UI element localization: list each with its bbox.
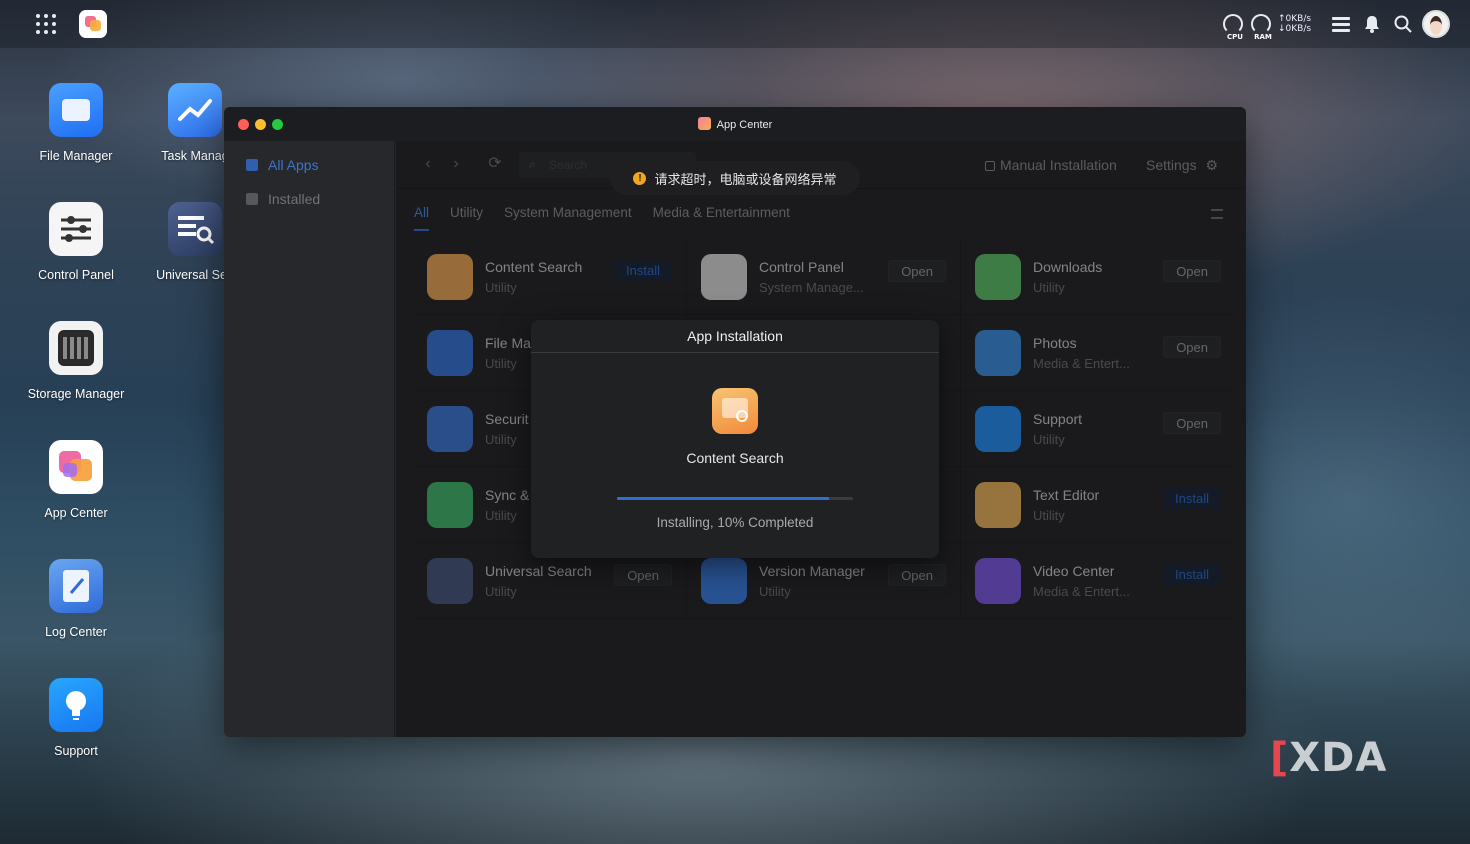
chart-icon: [168, 83, 222, 137]
desktop-control-panel[interactable]: Control Panel: [21, 202, 131, 282]
folder-icon: [49, 83, 103, 137]
app-installation-dialog: App Installation Content Search Installi…: [531, 320, 939, 558]
storage-icon: [49, 321, 103, 375]
desktop-icon-label: Log Center: [45, 625, 107, 639]
sidebar: All Apps Installed: [224, 141, 395, 737]
sidebar-item-label: Installed: [268, 191, 321, 207]
log-icon: [49, 559, 103, 613]
network-speed[interactable]: ↑0KB/s ↓0KB/s: [1278, 10, 1311, 38]
desktop-support[interactable]: Support: [21, 678, 131, 758]
desktop-app-center[interactable]: App Center: [21, 440, 131, 520]
desktop-icon-label: Control Panel: [38, 268, 114, 282]
search-list-icon: [168, 202, 222, 256]
top-bar: CPU RAM ↑0KB/s ↓0KB/s: [0, 0, 1470, 48]
download-speed: ↓0KB/s: [1278, 24, 1312, 34]
sidebar-item-label: All Apps: [268, 157, 319, 173]
app-center-icon: [49, 440, 103, 494]
user-avatar[interactable]: [1422, 10, 1450, 38]
content-search-app-icon: [712, 388, 758, 434]
task-list-icon[interactable]: [1331, 10, 1351, 38]
grid-icon: [246, 159, 258, 171]
install-status: Installing, 10% Completed: [656, 515, 814, 530]
desktop-storage-manager[interactable]: Storage Manager: [21, 321, 131, 401]
desktop-icon-label: Support: [54, 744, 98, 758]
app-center-taskbar-icon[interactable]: [79, 10, 107, 38]
desktop-log-center[interactable]: Log Center: [21, 559, 131, 639]
xda-watermark-logo: [XDA: [1270, 735, 1388, 781]
search-icon[interactable]: [1393, 10, 1413, 38]
notification-bell-icon[interactable]: [1362, 10, 1382, 38]
cpu-gauge-icon: CPU: [1223, 14, 1243, 41]
cpu-gauge[interactable]: CPU: [1223, 10, 1243, 41]
window-title-text: App Center: [716, 119, 773, 131]
sidebar-item-installed[interactable]: Installed: [246, 191, 320, 207]
watermark-text: XDA: [1289, 735, 1388, 781]
avatar-icon: [1422, 10, 1450, 38]
desktop-icon-label: File Manager: [39, 149, 113, 163]
window-titlebar[interactable]: App Center: [224, 107, 1246, 141]
desktop-file-manager[interactable]: File Manager: [21, 83, 131, 163]
dialog-app-name: Content Search: [686, 450, 784, 466]
toast-message: 请求超时，电脑或设备网络异常: [654, 171, 837, 187]
error-toast: ! 请求超时，电脑或设备网络异常: [610, 161, 860, 195]
lightbulb-icon: [49, 678, 103, 732]
sliders-icon: [49, 202, 103, 256]
install-progress-fill: [617, 497, 830, 500]
sidebar-item-all-apps[interactable]: All Apps: [246, 157, 319, 173]
app-launcher-icon[interactable]: [36, 14, 56, 34]
window-title: App Center: [224, 117, 1246, 131]
warning-icon: !: [633, 171, 647, 185]
ram-label: RAM: [1254, 33, 1272, 41]
app-center-icon: [697, 117, 711, 130]
installed-icon: [246, 193, 258, 205]
cpu-label: CPU: [1227, 33, 1243, 41]
dialog-title: App Installation: [531, 320, 939, 353]
upload-speed: ↑0KB/s: [1278, 14, 1312, 24]
ram-gauge-icon: RAM: [1251, 14, 1272, 41]
desktop-icon-label: App Center: [44, 506, 108, 520]
install-progress-bar: [617, 497, 853, 500]
desktop-icon-label: Storage Manager: [27, 387, 125, 401]
ram-gauge[interactable]: RAM: [1251, 10, 1272, 41]
